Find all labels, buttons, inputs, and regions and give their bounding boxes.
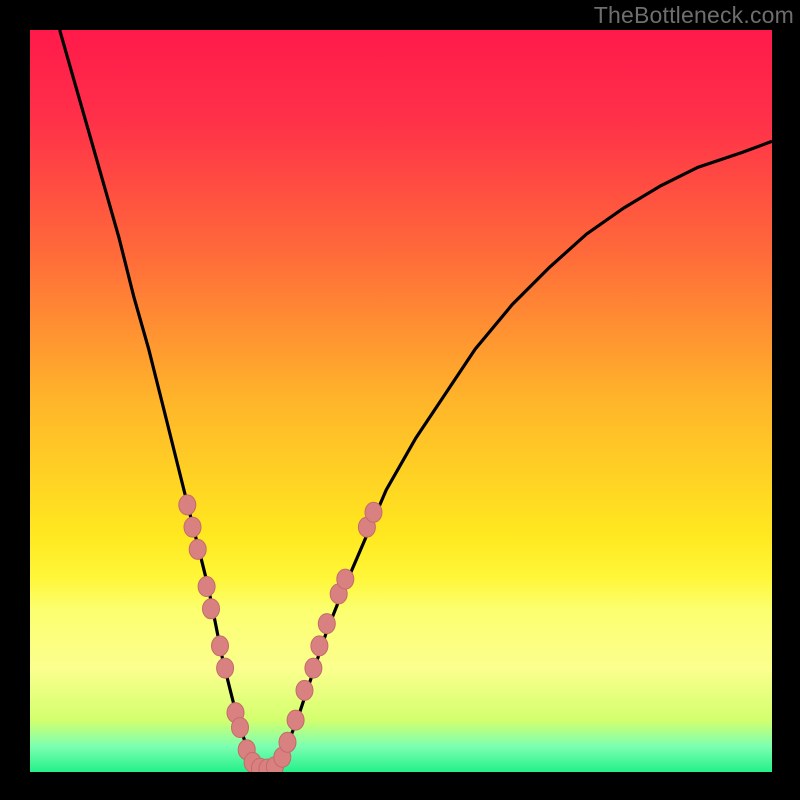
curve-marker bbox=[318, 614, 335, 634]
curve-marker bbox=[232, 718, 249, 738]
curve-marker bbox=[184, 517, 201, 537]
curve-marker bbox=[305, 658, 322, 678]
curve-marker bbox=[212, 636, 229, 656]
bottleneck-chart bbox=[30, 30, 772, 772]
curve-marker bbox=[337, 569, 354, 589]
curve-marker bbox=[296, 680, 313, 700]
chart-frame bbox=[30, 30, 772, 772]
curve-marker bbox=[279, 732, 296, 752]
curve-marker bbox=[189, 539, 206, 559]
curve-marker bbox=[203, 599, 220, 619]
gradient-background bbox=[30, 30, 772, 772]
curve-marker bbox=[365, 502, 382, 522]
curve-marker bbox=[311, 636, 328, 656]
curve-marker bbox=[287, 710, 304, 730]
curve-marker bbox=[217, 658, 234, 678]
curve-marker bbox=[198, 577, 215, 597]
watermark-text: TheBottleneck.com bbox=[594, 2, 794, 29]
curve-marker bbox=[179, 495, 196, 515]
